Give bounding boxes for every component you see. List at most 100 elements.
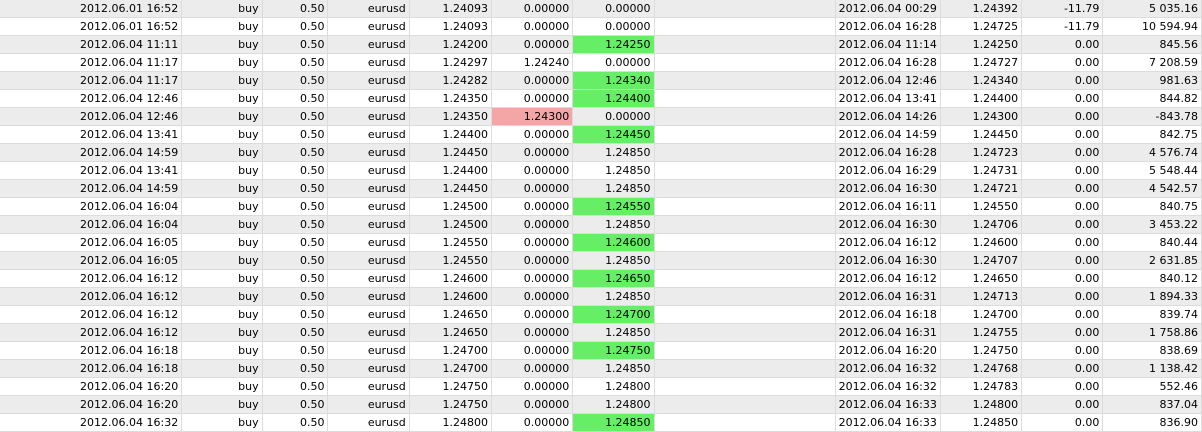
- table-row[interactable]: 2012.06.04 16:04 buy 0.50 eurusd 1.24500 0.00…: [0, 216, 1202, 234]
- table-row[interactable]: 2012.06.04 16:18 buy 0.50 eurusd 1.24700 0.00…: [0, 342, 1202, 360]
- profit-cell: 844.82: [1103, 90, 1202, 107]
- volume-cell: 0.50: [263, 252, 329, 269]
- spacer-cell: [655, 18, 836, 35]
- table-row[interactable]: 2012.06.01 16:52 buy 0.50 eurusd 1.24093 0.00…: [0, 18, 1202, 36]
- profit-cell: 840.75: [1103, 198, 1202, 215]
- profit-cell: 5 548.44: [1103, 162, 1202, 179]
- open-time-cell: 2012.06.04 11:11: [0, 36, 183, 53]
- table-row[interactable]: 2012.06.04 16:20 buy 0.50 eurusd 1.24750 0.00…: [0, 378, 1202, 396]
- close-price-cell: 1.24706: [941, 216, 1023, 233]
- spacer-cell: [655, 252, 836, 269]
- take-profit-cell: 1.24650: [573, 270, 655, 287]
- type-cell: buy: [182, 108, 263, 125]
- type-cell: buy: [182, 342, 263, 359]
- volume-cell: 0.50: [263, 0, 329, 17]
- spacer-cell: [655, 108, 836, 125]
- spacer-cell: [655, 36, 836, 53]
- table-row[interactable]: 2012.06.04 14:59 buy 0.50 eurusd 1.24450 0.00…: [0, 144, 1202, 162]
- table-row[interactable]: 2012.06.04 16:12 buy 0.50 eurusd 1.24650 0.00…: [0, 306, 1202, 324]
- table-row[interactable]: 2012.06.04 16:05 buy 0.50 eurusd 1.24550 0.00…: [0, 234, 1202, 252]
- table-row[interactable]: 2012.06.04 16:04 buy 0.50 eurusd 1.24500 0.00…: [0, 198, 1202, 216]
- swap-cell: 0.00: [1022, 54, 1104, 71]
- table-row[interactable]: 2012.06.04 13:41 buy 0.50 eurusd 1.24400 0.00…: [0, 126, 1202, 144]
- take-profit-cell: 0.00000: [573, 108, 655, 125]
- volume-cell: 0.50: [263, 306, 329, 323]
- symbol-cell: eurusd: [328, 54, 410, 71]
- close-time-cell: 2012.06.04 13:41: [836, 90, 941, 107]
- close-price-cell: 1.24392: [941, 0, 1023, 17]
- symbol-cell: eurusd: [328, 234, 410, 251]
- close-time-cell: 2012.06.04 14:59: [836, 126, 941, 143]
- spacer-cell: [655, 396, 836, 413]
- stop-loss-cell: 0.00000: [492, 216, 574, 233]
- table-row[interactable]: 2012.06.04 12:46 buy 0.50 eurusd 1.24350 1.24…: [0, 108, 1202, 126]
- open-time-cell: 2012.06.04 12:46: [0, 90, 183, 107]
- swap-cell: 0.00: [1022, 180, 1104, 197]
- close-price-cell: 1.24450: [941, 126, 1023, 143]
- table-row[interactable]: 2012.06.04 13:41 buy 0.50 eurusd 1.24400 0.00…: [0, 162, 1202, 180]
- open-price-cell: 1.24700: [410, 342, 492, 359]
- open-time-cell: 2012.06.01 16:52: [0, 18, 183, 35]
- open-time-cell: 2012.06.04 16:04: [0, 198, 183, 215]
- stop-loss-cell: 0.00000: [492, 72, 574, 89]
- spacer-cell: [655, 90, 836, 107]
- stop-loss-cell: 0.00000: [492, 198, 574, 215]
- open-price-cell: 1.24282: [410, 72, 492, 89]
- open-time-cell: 2012.06.04 16:12: [0, 324, 183, 341]
- profit-cell: 981.63: [1103, 72, 1202, 89]
- close-time-cell: 2012.06.04 16:31: [836, 324, 941, 341]
- spacer-cell: [655, 234, 836, 251]
- close-price-cell: 1.24750: [941, 342, 1023, 359]
- volume-cell: 0.50: [263, 234, 329, 251]
- spacer-cell: [655, 270, 836, 287]
- table-row[interactable]: 2012.06.04 16:32 buy 0.50 eurusd 1.24800 0.00…: [0, 414, 1202, 432]
- take-profit-cell: 1.24850: [573, 288, 655, 305]
- table-row[interactable]: 2012.06.01 16:52 buy 0.50 eurusd 1.24093 0.00…: [0, 0, 1202, 18]
- close-time-cell: 2012.06.04 16:30: [836, 216, 941, 233]
- symbol-cell: eurusd: [328, 162, 410, 179]
- table-row[interactable]: 2012.06.04 11:17 buy 0.50 eurusd 1.24297 1.24…: [0, 54, 1202, 72]
- profit-cell: 7 208.59: [1103, 54, 1202, 71]
- swap-cell: 0.00: [1022, 306, 1104, 323]
- symbol-cell: eurusd: [328, 378, 410, 395]
- type-cell: buy: [182, 234, 263, 251]
- swap-cell: 0.00: [1022, 378, 1104, 395]
- close-price-cell: 1.24783: [941, 378, 1023, 395]
- table-row[interactable]: 2012.06.04 11:17 buy 0.50 eurusd 1.24282 0.00…: [0, 72, 1202, 90]
- close-time-cell: 2012.06.04 16:33: [836, 396, 941, 413]
- open-price-cell: 1.24750: [410, 378, 492, 395]
- spacer-cell: [655, 180, 836, 197]
- table-row[interactable]: 2012.06.04 14:59 buy 0.50 eurusd 1.24450 0.00…: [0, 180, 1202, 198]
- type-cell: buy: [182, 90, 263, 107]
- table-row[interactable]: 2012.06.04 16:12 buy 0.50 eurusd 1.24600 0.00…: [0, 270, 1202, 288]
- table-row[interactable]: 2012.06.04 16:12 buy 0.50 eurusd 1.24600 0.00…: [0, 288, 1202, 306]
- stop-loss-cell: 0.00000: [492, 252, 574, 269]
- table-row[interactable]: 2012.06.04 16:20 buy 0.50 eurusd 1.24750 0.00…: [0, 396, 1202, 414]
- type-cell: buy: [182, 216, 263, 233]
- type-cell: buy: [182, 324, 263, 341]
- close-time-cell: 2012.06.04 16:31: [836, 288, 941, 305]
- spacer-cell: [655, 0, 836, 17]
- open-price-cell: 1.24600: [410, 288, 492, 305]
- table-row[interactable]: 2012.06.04 16:05 buy 0.50 eurusd 1.24550 0.00…: [0, 252, 1202, 270]
- open-time-cell: 2012.06.04 16:05: [0, 252, 183, 269]
- type-cell: buy: [182, 36, 263, 53]
- type-cell: buy: [182, 270, 263, 287]
- close-time-cell: 2012.06.04 16:12: [836, 270, 941, 287]
- volume-cell: 0.50: [263, 270, 329, 287]
- close-price-cell: 1.24707: [941, 252, 1023, 269]
- volume-cell: 0.50: [263, 216, 329, 233]
- swap-cell: 0.00: [1022, 396, 1104, 413]
- type-cell: buy: [182, 72, 263, 89]
- open-price-cell: 1.24650: [410, 306, 492, 323]
- table-row[interactable]: 2012.06.04 16:12 buy 0.50 eurusd 1.24650 0.00…: [0, 324, 1202, 342]
- table-row[interactable]: 2012.06.04 11:11 buy 0.50 eurusd 1.24200 0.00…: [0, 36, 1202, 54]
- spacer-cell: [655, 198, 836, 215]
- type-cell: buy: [182, 414, 263, 431]
- open-time-cell: 2012.06.04 16:32: [0, 414, 183, 431]
- table-row[interactable]: 2012.06.04 12:46 buy 0.50 eurusd 1.24350 0.00…: [0, 90, 1202, 108]
- close-time-cell: 2012.06.04 16:12: [836, 234, 941, 251]
- symbol-cell: eurusd: [328, 72, 410, 89]
- take-profit-cell: 0.00000: [573, 54, 655, 71]
- table-row[interactable]: 2012.06.04 16:18 buy 0.50 eurusd 1.24700 0.00…: [0, 360, 1202, 378]
